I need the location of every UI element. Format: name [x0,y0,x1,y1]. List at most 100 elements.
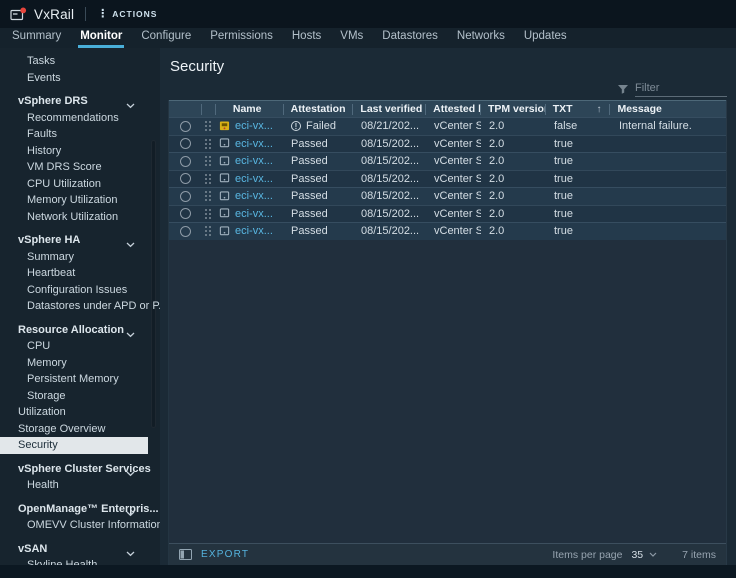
column-header-txt[interactable]: TXT↑ [545,101,610,117]
sidebar-item-vsphere-ha[interactable]: vSphere HA [0,232,148,249]
column-header-label: Attested by [433,103,480,115]
sidebar-item-resource-allocation[interactable]: Resource Allocation [0,322,148,339]
sidebar-item-vsphere-drs[interactable]: vSphere DRS [0,93,148,110]
column-header-last-verified[interactable]: Last verified [352,101,425,117]
sidebar-item-skyline-health[interactable]: Skyline Health [0,557,148,565]
host-name-cell: eci-vx... [215,188,283,205]
tab-hosts[interactable]: Hosts [290,30,323,48]
tpm-version-cell: 2.0 [481,153,546,170]
row-radio-button[interactable] [180,121,191,132]
row-drag-handle[interactable] [205,191,211,201]
tab-vms[interactable]: VMs [338,30,365,48]
sidebar-item-vm-drs-score[interactable]: VM DRS Score [0,159,148,176]
sidebar-item-security[interactable]: Security [0,437,148,454]
sidebar-item-memory[interactable]: Memory [0,355,148,372]
filter-icon[interactable] [618,85,628,94]
table-row[interactable]: eci-vx...Passed08/15/202...vCenter S...2… [169,205,726,223]
column-toggle-icon[interactable] [179,549,192,560]
sidebar-item-heartbeat[interactable]: Heartbeat [0,265,148,282]
tab-monitor[interactable]: Monitor [78,30,124,48]
tab-networks[interactable]: Networks [455,30,507,48]
tpm-version-cell: 2.0 [481,171,546,188]
sidebar-item-label: Persistent Memory [27,373,119,385]
sidebar-item-history[interactable]: History [0,143,148,160]
sidebar-item-cpu-utilization[interactable]: CPU Utilization [0,176,148,193]
table-row[interactable]: eci-vx...Passed08/15/202...vCenter S...2… [169,187,726,205]
sidebar-item-storage-overview[interactable]: Storage Overview [0,421,148,438]
sidebar-item-tasks[interactable]: Tasks [0,53,148,70]
sidebar-item-openmanage-enterpris[interactable]: OpenManage™ Enterpris... [0,501,148,518]
actions-button[interactable]: ⋮ ACTIONS [97,9,157,19]
attestation-cell: Passed [283,188,353,205]
row-drag-handle[interactable] [205,226,211,236]
row-radio-button[interactable] [180,208,191,219]
sidebar-item-configuration-issues[interactable]: Configuration Issues [0,282,148,299]
tab-summary[interactable]: Summary [10,30,63,48]
export-button[interactable]: EXPORT [179,549,249,560]
sidebar-item-datastores-under-apd-or-p[interactable]: Datastores under APD or P... [0,298,148,315]
host-critical-icon [219,121,230,132]
sidebar-item-summary[interactable]: Summary [0,249,148,266]
column-header-name[interactable]: Name [215,101,283,117]
sidebar-item-persistent-memory[interactable]: Persistent Memory [0,371,148,388]
row-drag-handle[interactable] [205,139,211,149]
row-radio-button[interactable] [180,226,191,237]
sidebar-scrollbar[interactable] [151,140,156,428]
tab-updates[interactable]: Updates [522,30,569,48]
sidebar-item-label: Configuration Issues [27,284,127,296]
table-row[interactable]: eci-vx...Passed08/15/202...vCenter S...2… [169,135,726,153]
sidebar-item-events[interactable]: Events [0,70,148,87]
sidebar-item-vsan[interactable]: vSAN [0,541,148,558]
sidebar-item-faults[interactable]: Faults [0,126,148,143]
sidebar-item-memory-utilization[interactable]: Memory Utilization [0,192,148,209]
row-radio-button[interactable] [180,138,191,149]
host-link[interactable]: eci-vx... [235,138,273,150]
column-header-attested-by[interactable]: Attested by [425,101,480,117]
filter-input[interactable] [635,81,727,97]
attested-by-cell: vCenter S... [426,223,481,240]
txt-cell: true [546,171,611,188]
row-drag-handle[interactable] [205,156,211,166]
tab-configure[interactable]: Configure [139,30,193,48]
table-row[interactable]: eci-vx...Passed08/15/202...vCenter S...2… [169,170,726,188]
sidebar-item-network-utilization[interactable]: Network Utilization [0,209,148,226]
table-row[interactable]: eci-vx...!Failed08/21/202...vCenter S...… [169,117,726,135]
host-icon [219,208,230,219]
row-drag-handle[interactable] [205,174,211,184]
host-link[interactable]: eci-vx... [235,120,273,132]
host-link[interactable]: eci-vx... [235,173,273,185]
sidebar-item-health[interactable]: Health [0,477,148,494]
txt-cell: true [546,136,611,153]
sidebar-item-label: Network Utilization [27,211,118,223]
column-header-tpm-version[interactable]: TPM version [480,101,545,117]
sidebar-item-recommendations[interactable]: Recommendations [0,110,148,127]
sidebar-item-utilization[interactable]: Utilization [0,404,148,421]
main-panel: Security NameAttestationLast verifiedAtt… [160,48,736,565]
row-drag-cell [201,153,215,170]
attestation-status: Passed [291,173,328,185]
table-row[interactable]: eci-vx...Passed08/15/202...vCenter S...2… [169,152,726,170]
host-link[interactable]: eci-vx... [235,155,273,167]
tab-datastores[interactable]: Datastores [380,30,440,48]
sidebar-item-storage[interactable]: Storage [0,388,148,405]
host-link[interactable]: eci-vx... [235,225,273,237]
row-drag-handle[interactable] [205,121,211,131]
attestation-cell: Passed [283,223,353,240]
row-radio-button[interactable] [180,191,191,202]
host-link[interactable]: eci-vx... [235,208,273,220]
sidebar-item-vsphere-cluster-services[interactable]: vSphere Cluster Services [0,461,148,478]
message-cell [611,223,728,240]
row-radio-button[interactable] [180,173,191,184]
table-row[interactable]: eci-vx...Passed08/15/202...vCenter S...2… [169,222,726,240]
column-header-message[interactable]: Message [609,101,726,117]
items-per-page-dropdown[interactable]: 35 [631,549,657,561]
tpm-version-cell: 2.0 [481,206,546,223]
sidebar-item-cpu[interactable]: CPU [0,338,148,355]
row-drag-handle[interactable] [205,209,211,219]
row-radio-button[interactable] [180,156,191,167]
column-header-attestation[interactable]: Attestation [283,101,353,117]
host-link[interactable]: eci-vx... [235,190,273,202]
sidebar-item-label: Health [27,479,59,491]
sidebar-item-omevv-cluster-information[interactable]: OMEVV Cluster Information [0,517,148,534]
tab-permissions[interactable]: Permissions [208,30,275,48]
